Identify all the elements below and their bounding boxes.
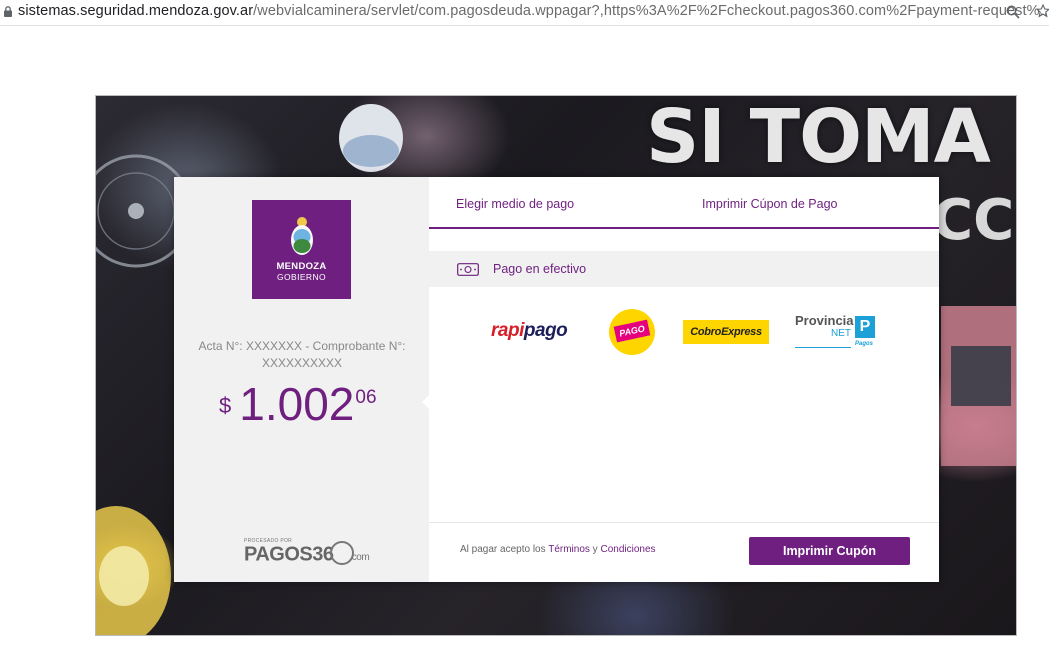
payment-options-panel: Elegir medio de pago Imprimir Cúpon de P… [429,177,939,582]
bookmark-star-icon[interactable] [1036,4,1049,18]
amount-cents: 06 [355,387,377,408]
url-host: sistemas.seguridad.mendoza.gov.ar [18,3,254,19]
provincia-word: Provincia [795,313,854,328]
car-image [941,306,1016,466]
rapipago-logo-part1: rapi [491,320,524,341]
rapipago-logo: rapipago [491,320,568,342]
terms-text: Al pagar acepto los Términos y Condicion… [460,544,656,555]
car-headlight-image [96,506,171,635]
logo-text-gobierno: GOBIERNO [276,272,326,282]
print-coupon-button[interactable]: Imprimir Cupón [749,537,910,565]
method-cash-row[interactable]: Pago en efectivo [429,251,939,287]
rapipago-logo-part2: pago [523,320,568,341]
url-path: /webvialcaminera/servlet/com.pagosdeuda.… [253,3,1049,19]
mendoza-gobierno-logo: MENDOZA GOBIERNO [252,200,351,299]
summary-panel: MENDOZA GOBIERNO Acta N°: XXXXXXX - Comp… [174,177,429,582]
zoom-icon[interactable] [1006,5,1020,19]
terms-conjunction: y [589,544,601,555]
payment-card: MENDOZA GOBIERNO Acta N°: XXXXXXX - Comp… [174,177,939,582]
tab-elegir-medio[interactable]: Elegir medio de pago [456,197,574,211]
helmet-image [339,104,403,172]
currency-symbol: $ [219,393,232,418]
url-text[interactable]: sistemas.seguridad.mendoza.gov.ar/webvia… [18,3,1049,19]
cash-icon [457,263,479,276]
pagos360-logo: PAGOS36 .com [244,541,370,567]
provincia-p-icon: P [855,316,875,338]
provincia-underline [795,347,851,348]
footer-separator [429,522,939,523]
motorcycle-wheel-image [96,154,186,268]
pagos360-name: PAGOS36 [244,543,334,566]
provincia-net-word: NET [831,328,851,339]
provincia-net-logo: Provincia NET P Pagos [795,313,875,348]
tab-imprimir-cupon[interactable]: Imprimir Cúpon de Pago [702,197,837,211]
logo-text-mendoza: MENDOZA [276,261,327,272]
pagos360-ring-icon [329,541,354,565]
condiciones-link[interactable]: Condiciones [600,544,655,555]
cobroexpress-logo: CobroExpress [683,320,769,344]
amount-integer: 1.002 [239,378,355,430]
method-cash-label: Pago en efectivo [493,262,587,276]
tab-underline [429,227,939,229]
banner-subtext: CCI [932,188,1016,253]
provincia-pagos-word: Pagos [855,341,874,347]
pagofacil-logo-text: PAGO [613,319,651,343]
terminos-link[interactable]: Términos [548,544,590,555]
banner-headline: SI TOMA [646,95,991,180]
address-bar[interactable]: sistemas.seguridad.mendoza.gov.ar/webvia… [0,0,1049,26]
coat-of-arms-icon [291,217,313,255]
lock-icon [4,6,12,17]
amount-due: $1.00206 [219,377,377,431]
acta-comprobante-text: Acta N°: XXXXXXX - Comprobante N°: XXXXX… [198,339,406,370]
pagofacil-logo: PAGO [609,309,655,355]
terms-prefix: Al pagar acepto los [460,544,549,555]
